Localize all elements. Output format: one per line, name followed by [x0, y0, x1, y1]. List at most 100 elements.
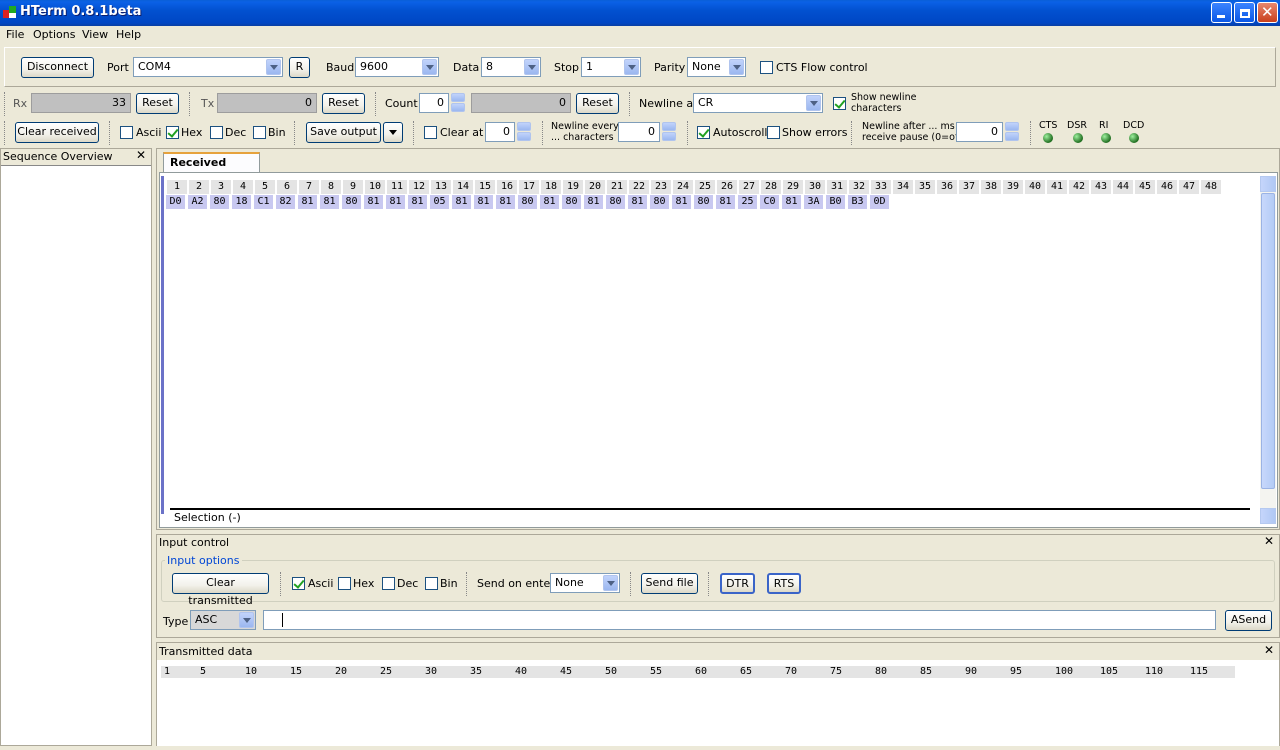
spin-down-icon[interactable]	[451, 103, 465, 112]
received-byte[interactable]: 18	[232, 195, 251, 209]
show-newline-checkbox[interactable]	[833, 97, 846, 110]
send-input[interactable]	[263, 610, 1216, 630]
dec-input-checkbox[interactable]	[382, 577, 395, 590]
received-byte[interactable]: C1	[254, 195, 273, 209]
port-select[interactable]: COM4	[133, 57, 283, 77]
spin-up-icon[interactable]	[662, 122, 676, 131]
received-data-view[interactable]	[159, 172, 1278, 528]
received-byte[interactable]: 81	[782, 195, 801, 209]
tx-reset-button[interactable]: Reset	[322, 93, 365, 114]
spin-up-icon[interactable]	[517, 122, 531, 131]
hex-input-checkbox[interactable]	[338, 577, 351, 590]
newline-after-spinner[interactable]	[1005, 122, 1020, 142]
close-window-button[interactable]: ✕	[1257, 2, 1278, 23]
received-byte[interactable]: 81	[320, 195, 339, 209]
title-bar[interactable]	[0, 0, 1280, 26]
menu-help[interactable]: Help	[116, 28, 141, 41]
received-byte[interactable]: 80	[518, 195, 537, 209]
close-icon[interactable]: ✕	[1264, 643, 1274, 657]
newline-at-select[interactable]: CR	[693, 93, 823, 113]
spin-down-icon[interactable]	[517, 132, 531, 141]
show-errors-checkbox[interactable]	[767, 126, 780, 139]
received-byte[interactable]: 81	[584, 195, 603, 209]
clear-received-button[interactable]: Clear received	[15, 122, 99, 143]
autoscroll-checkbox[interactable]	[697, 126, 710, 139]
save-output-button[interactable]: Save output	[306, 122, 381, 143]
parity-select[interactable]: None	[687, 57, 746, 77]
menu-file[interactable]: File	[6, 28, 24, 41]
close-icon[interactable]: ✕	[136, 148, 146, 162]
bin-receive-checkbox[interactable]	[253, 126, 266, 139]
hex-receive-checkbox[interactable]	[166, 126, 179, 139]
received-byte[interactable]: 81	[672, 195, 691, 209]
tab-received-data[interactable]: Received Data	[163, 152, 260, 186]
dtr-toggle-button[interactable]: DTR	[720, 573, 755, 594]
received-byte[interactable]: 80	[694, 195, 713, 209]
asend-button[interactable]: ASend	[1225, 610, 1272, 631]
newline-after-input[interactable]: 0	[956, 122, 1003, 142]
spin-up-icon[interactable]	[1005, 122, 1019, 131]
received-byte[interactable]: 05	[430, 195, 449, 209]
menu-view[interactable]: View	[82, 28, 108, 41]
stop-bits-select[interactable]: 1	[581, 57, 641, 77]
scroll-down-icon[interactable]	[1260, 508, 1276, 524]
newline-every-input[interactable]: 0	[618, 122, 660, 142]
received-byte[interactable]: 0D	[870, 195, 889, 209]
rx-reset-button[interactable]: Reset	[136, 93, 179, 114]
dec-receive-checkbox[interactable]	[210, 126, 223, 139]
received-byte[interactable]: 25	[738, 195, 757, 209]
clear-at-checkbox[interactable]	[424, 126, 437, 139]
spin-down-icon[interactable]	[1005, 132, 1019, 141]
spin-up-icon[interactable]	[451, 93, 465, 102]
count-reset-button[interactable]: Reset	[576, 93, 619, 114]
received-byte[interactable]: 80	[210, 195, 229, 209]
received-byte[interactable]: 81	[386, 195, 405, 209]
received-byte[interactable]: 3A	[804, 195, 823, 209]
type-select[interactable]: ASC	[190, 610, 256, 630]
received-byte[interactable]: 80	[606, 195, 625, 209]
received-byte[interactable]: D0	[166, 195, 185, 209]
received-byte[interactable]: 81	[496, 195, 515, 209]
received-byte[interactable]: 82	[276, 195, 295, 209]
scroll-thumb[interactable]	[1261, 193, 1275, 489]
cts-flow-control-checkbox[interactable]	[760, 61, 773, 74]
received-byte[interactable]: B0	[826, 195, 845, 209]
newline-every-spinner[interactable]	[662, 122, 677, 142]
count-input[interactable]: 0	[419, 93, 449, 113]
maximize-button[interactable]	[1234, 2, 1255, 23]
clear-at-spinner[interactable]	[517, 122, 532, 142]
received-byte[interactable]: 80	[342, 195, 361, 209]
clear-transmitted-button[interactable]: Clear transmitted	[172, 573, 269, 607]
received-byte[interactable]: 81	[408, 195, 427, 209]
minimize-button[interactable]	[1211, 2, 1232, 23]
baud-select[interactable]: 9600	[355, 57, 439, 77]
save-output-menu-button[interactable]	[383, 122, 403, 143]
received-byte[interactable]: 81	[716, 195, 735, 209]
data-bits-select[interactable]: 8	[481, 57, 541, 77]
sequence-overview-list[interactable]	[1, 165, 151, 745]
received-byte[interactable]: 81	[364, 195, 383, 209]
menu-options[interactable]: Options	[33, 28, 75, 41]
received-byte[interactable]: 80	[562, 195, 581, 209]
received-byte[interactable]: 81	[452, 195, 471, 209]
refresh-ports-button[interactable]: R	[289, 57, 310, 78]
scroll-up-icon[interactable]	[1260, 176, 1276, 192]
received-byte[interactable]: 81	[298, 195, 317, 209]
disconnect-button[interactable]: Disconnect	[21, 57, 94, 78]
ascii-input-checkbox[interactable]	[292, 577, 305, 590]
received-byte[interactable]: B3	[848, 195, 867, 209]
received-byte[interactable]: 81	[474, 195, 493, 209]
send-on-enter-select[interactable]: None	[550, 573, 620, 593]
received-byte[interactable]: 81	[628, 195, 647, 209]
received-byte[interactable]: C0	[760, 195, 779, 209]
received-byte[interactable]: 80	[650, 195, 669, 209]
count-spinner[interactable]	[451, 93, 466, 113]
bin-input-checkbox[interactable]	[425, 577, 438, 590]
ascii-receive-checkbox[interactable]	[120, 126, 133, 139]
received-byte[interactable]: A2	[188, 195, 207, 209]
clear-at-input[interactable]: 0	[485, 122, 515, 142]
spin-down-icon[interactable]	[662, 132, 676, 141]
received-byte[interactable]: 81	[540, 195, 559, 209]
send-file-button[interactable]: Send file	[641, 573, 698, 594]
rts-toggle-button[interactable]: RTS	[767, 573, 801, 594]
